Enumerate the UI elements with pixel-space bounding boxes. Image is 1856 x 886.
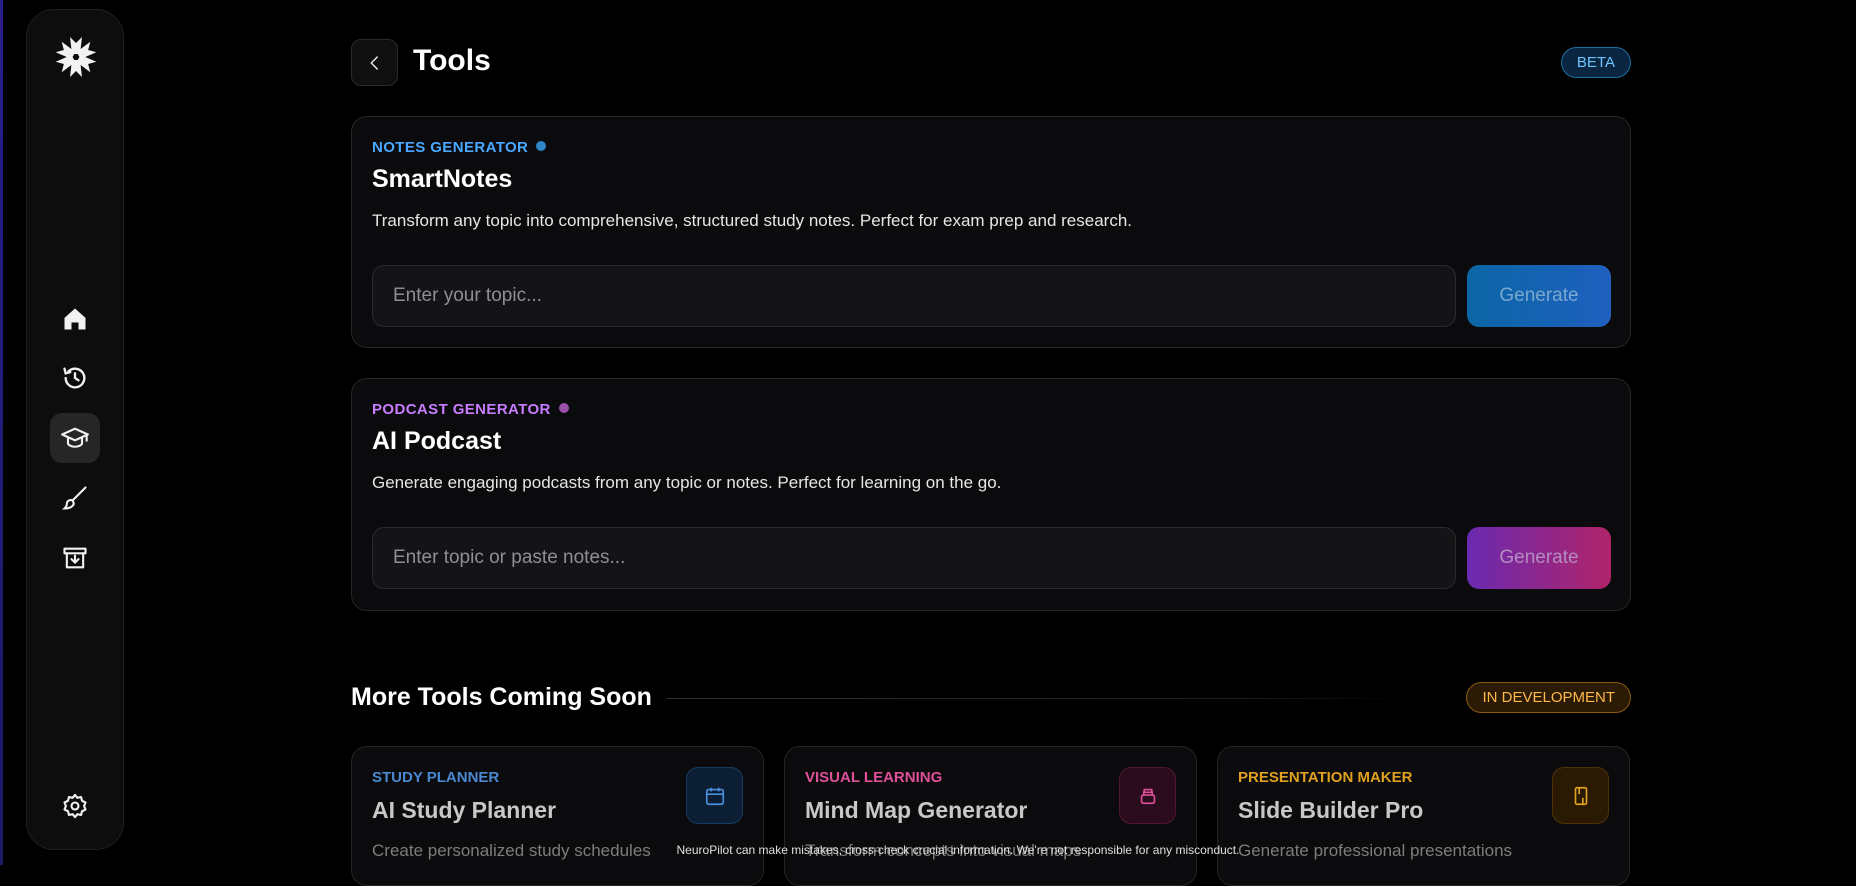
sidebar-item-archive[interactable] bbox=[50, 533, 100, 583]
beta-badge: BETA bbox=[1560, 47, 1631, 78]
gear-icon bbox=[63, 793, 87, 819]
podcast-description: Generate engaging podcasts from any topi… bbox=[372, 473, 1002, 492]
slide-builder-title: Slide Builder Pro bbox=[1238, 797, 1424, 823]
study-planner-title: AI Study Planner bbox=[372, 797, 557, 823]
mind-map-card[interactable]: VISUAL LEARNING Mind Map Generator Trans… bbox=[784, 746, 1197, 886]
in-development-badge: IN DEVELOPMENT bbox=[1466, 682, 1631, 713]
sidebar-item-home[interactable] bbox=[50, 294, 100, 344]
slides-icon bbox=[1552, 767, 1609, 824]
app-logo-icon[interactable] bbox=[51, 32, 101, 82]
podcast-generate-button[interactable]: Generate bbox=[1467, 527, 1611, 589]
smartnotes-card: NOTES GENERATOR SmartNotes Transform any… bbox=[351, 116, 1631, 348]
podcast-topic-input[interactable] bbox=[372, 527, 1456, 589]
page-title: Tools bbox=[413, 44, 491, 77]
graduation-cap-icon bbox=[61, 427, 89, 448]
coming-soon-title: More Tools Coming Soon bbox=[351, 683, 652, 711]
smartnotes-title: SmartNotes bbox=[372, 165, 513, 193]
window-edge-accent bbox=[0, 0, 3, 865]
sidebar-item-history[interactable] bbox=[50, 353, 100, 403]
home-icon bbox=[64, 308, 86, 330]
layers-icon bbox=[1119, 767, 1176, 824]
podcast-eyebrow: PODCAST GENERATOR bbox=[372, 401, 569, 418]
slide-builder-card[interactable]: PRESENTATION MAKER Slide Builder Pro Gen… bbox=[1217, 746, 1630, 886]
sidebar-item-design[interactable] bbox=[50, 473, 100, 523]
sidebar bbox=[26, 9, 124, 850]
smartnotes-topic-input[interactable] bbox=[372, 265, 1456, 327]
study-planner-card[interactable]: STUDY PLANNER AI Study Planner Create pe… bbox=[351, 746, 764, 886]
smartnotes-eyebrow: NOTES GENERATOR bbox=[372, 139, 547, 156]
archive-download-icon bbox=[63, 547, 87, 569]
sidebar-item-tools[interactable] bbox=[50, 413, 100, 463]
status-dot-icon bbox=[536, 141, 547, 151]
slide-builder-eyebrow: PRESENTATION MAKER bbox=[1238, 769, 1413, 786]
history-icon bbox=[63, 367, 86, 389]
calendar-icon bbox=[686, 767, 743, 824]
back-button[interactable] bbox=[351, 39, 398, 86]
podcast-eyebrow-label: PODCAST GENERATOR bbox=[372, 401, 551, 418]
chevron-left-icon bbox=[370, 55, 378, 70]
ai-disclaimer: NeuroPilot can make mistakes, cross-chec… bbox=[676, 843, 1240, 857]
coming-soon-header: More Tools Coming Soon IN DEVELOPMENT bbox=[351, 680, 1631, 716]
smartnotes-generate-button[interactable]: Generate bbox=[1467, 265, 1611, 327]
smartnotes-description: Transform any topic into comprehensive, … bbox=[372, 211, 1133, 230]
mind-map-title: Mind Map Generator bbox=[805, 797, 1028, 823]
smartnotes-eyebrow-label: NOTES GENERATOR bbox=[372, 139, 529, 156]
ai-podcast-card: PODCAST GENERATOR AI Podcast Generate en… bbox=[351, 378, 1631, 611]
mind-map-eyebrow: VISUAL LEARNING bbox=[805, 769, 943, 786]
study-planner-eyebrow: STUDY PLANNER bbox=[372, 769, 500, 786]
page-header: Tools BETA bbox=[351, 39, 1631, 87]
paintbrush-icon bbox=[61, 486, 87, 510]
section-divider bbox=[667, 698, 1407, 699]
status-dot-icon bbox=[558, 403, 569, 413]
podcast-title: AI Podcast bbox=[372, 427, 502, 455]
sidebar-item-settings[interactable] bbox=[50, 781, 100, 831]
